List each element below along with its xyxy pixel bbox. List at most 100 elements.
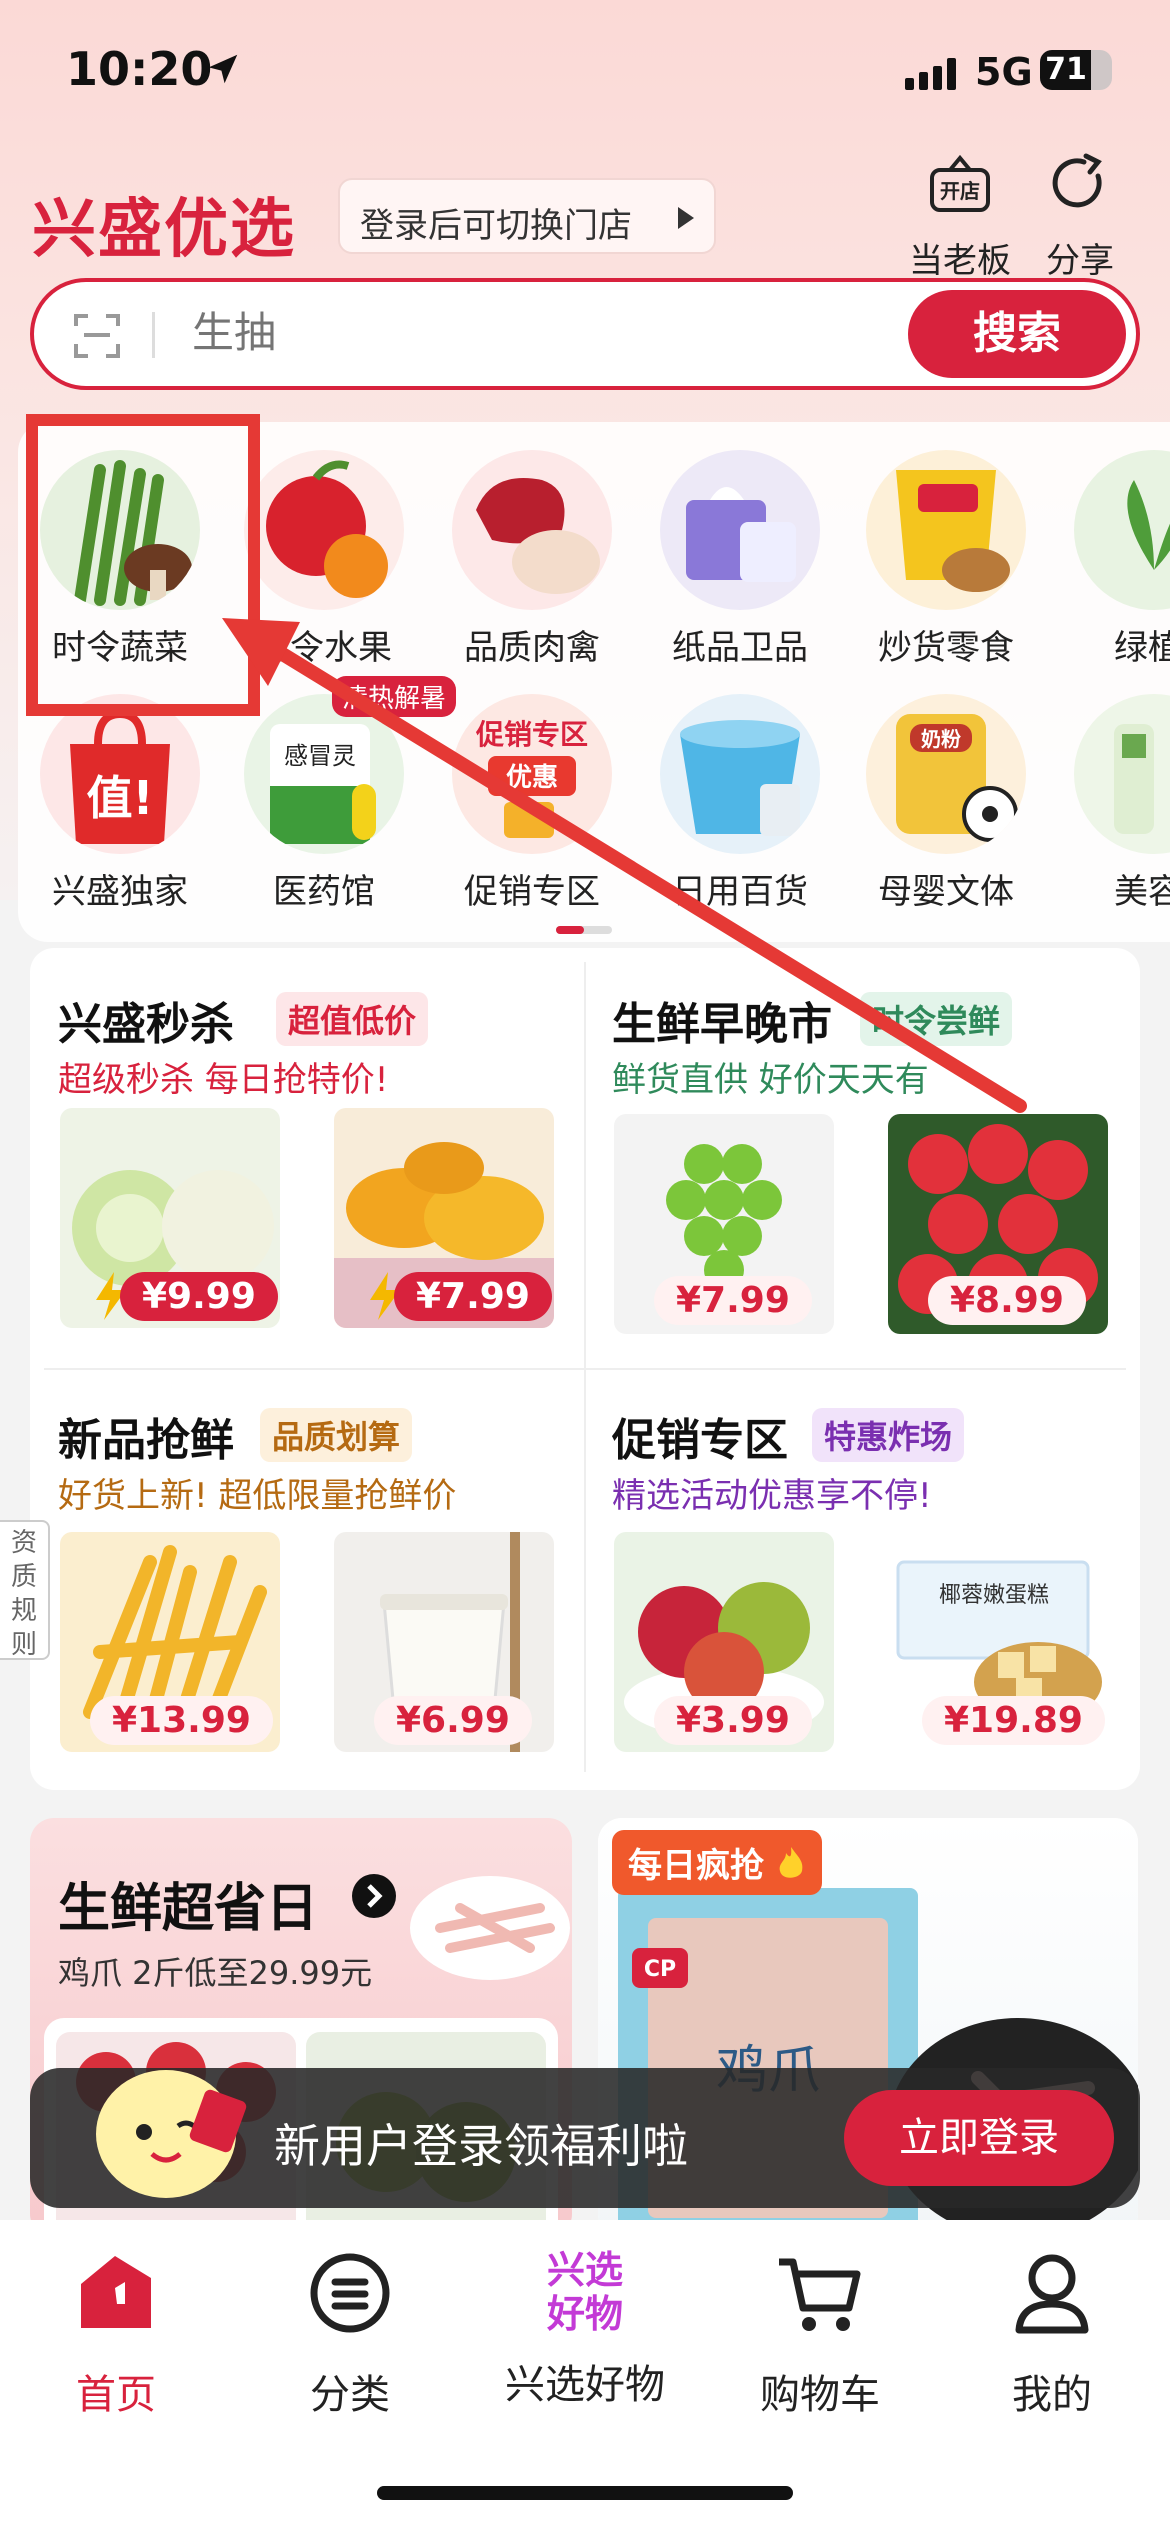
category-baby-stationery[interactable]: 奶粉 母婴文体 — [856, 694, 1036, 913]
milk-powder-icon: 奶粉 — [866, 694, 1026, 854]
category-label: 医药馆 — [273, 872, 375, 912]
section-title: 促销专区 — [612, 1415, 788, 1466]
saving-day-title: 生鲜超省日 — [58, 1879, 319, 1939]
daily-grab-tag: 每日疯抢 — [612, 1830, 822, 1895]
section-tag: 特惠炸场 — [812, 1408, 965, 1462]
section-title: 新品抢鲜 — [58, 1415, 234, 1466]
tab-xingxuan-goods[interactable]: 兴选 好物 兴选好物 — [475, 2248, 695, 2410]
category-xingsheng-exclusive[interactable]: 值! 兴盛独家 — [30, 694, 210, 913]
category-label: 时令水果 — [256, 628, 392, 668]
category-seasonal-vegetables[interactable]: 时令蔬菜 — [30, 450, 210, 669]
price-tag: ¥7.99 — [394, 1272, 552, 1321]
search-bar: 搜索 — [30, 278, 1140, 390]
category-promotion-zone[interactable]: 促销专区 优惠 促销专区 — [442, 694, 622, 913]
category-label: 绿植 — [1114, 628, 1170, 668]
category-label: 母婴文体 — [878, 872, 1014, 912]
tab-label: 首页 — [76, 2372, 156, 2418]
price-tag: ¥9.99 — [120, 1272, 278, 1321]
section-subtitle: 好货上新! 超低限量抢鲜价 — [58, 1476, 457, 1516]
svg-text:奶粉: 奶粉 — [921, 727, 961, 751]
category-label: 时令蔬菜 — [52, 628, 188, 668]
signal-icon — [905, 58, 956, 90]
category-panel: 时令蔬菜 时令水果 品质肉禽 纸品卫品 炒货零食 绿植 值! 兴盛独家 感冒灵 … — [18, 422, 1170, 942]
section-subtitle: 精选活动优惠享不停! — [612, 1476, 932, 1516]
svg-text:感冒灵: 感冒灵 — [284, 742, 356, 770]
share-button[interactable]: 分享 — [1030, 152, 1130, 282]
network-type: 5G — [975, 50, 1033, 94]
category-quality-meat[interactable]: 品质肉禽 — [442, 450, 622, 669]
battery-level: 71 — [1045, 52, 1087, 87]
price-tag: ¥6.99 — [374, 1696, 532, 1745]
arrow-right-circle-icon — [352, 1874, 396, 1918]
category-label: 促销专区 — [464, 872, 600, 912]
plant-icon — [1074, 450, 1170, 610]
svg-text:开店: 开店 — [940, 179, 980, 203]
tissue-icon — [660, 450, 820, 610]
search-input[interactable] — [192, 302, 872, 362]
tab-label: 购物车 — [760, 2372, 880, 2418]
chicken-feet-plate-image — [410, 1876, 570, 1980]
status-bar: 10:20 5G 71 — [0, 0, 1170, 140]
home-icon — [81, 2256, 151, 2328]
category-beauty[interactable]: 美容 — [1062, 694, 1170, 913]
qualification-rules-tab[interactable]: 资质规则 — [0, 1520, 50, 1660]
tab-label: 我的 — [1012, 2372, 1092, 2418]
tab-category[interactable]: 分类 — [240, 2248, 460, 2420]
be-boss-label: 当老板 — [909, 241, 1011, 281]
hot-badge: 清热解暑 — [332, 676, 457, 717]
tab-cart[interactable]: 购物车 — [710, 2248, 930, 2420]
tab-home[interactable]: 首页 — [6, 2248, 226, 2420]
category-snacks[interactable]: 炒货零食 — [856, 450, 1036, 669]
category-pharmacy[interactable]: 感冒灵 清热解暑 医药馆 — [234, 676, 457, 913]
section-tag: 时令尝鲜 — [860, 992, 1013, 1046]
battery-icon: 71 — [1040, 50, 1112, 90]
store-switcher-label: 登录后可切换门店 — [360, 206, 632, 246]
qualification-rules-label: 资质规则 — [10, 1528, 37, 1660]
shopping-bag-icon: 值! — [40, 694, 200, 854]
svg-text:值!: 值! — [87, 771, 154, 825]
be-boss-button[interactable]: 开店 当老板 — [900, 152, 1020, 282]
share-label: 分享 — [1046, 241, 1114, 281]
page-indicator — [556, 926, 612, 934]
meat-icon — [452, 450, 612, 610]
section-subtitle: 鲜货直供 好价天天有 — [612, 1060, 929, 1100]
saving-day-subtitle: 鸡爪 2斤低至29.99元 — [58, 1954, 373, 1992]
grid-divider — [44, 1368, 1126, 1370]
scan-icon[interactable] — [72, 310, 122, 360]
search-button[interactable]: 搜索 — [908, 290, 1126, 378]
login-button[interactable]: 立即登录 — [844, 2090, 1114, 2186]
category-seasonal-fruits[interactable]: 时令水果 — [234, 450, 414, 669]
xingxuan-logo-icon: 兴选 好物 — [546, 2248, 623, 2336]
category-green-plants[interactable]: 绿植 — [1062, 450, 1170, 669]
promo-icon: 促销专区 优惠 — [452, 694, 612, 854]
asparagus-icon — [40, 450, 200, 610]
brand-logo: 兴盛优选 — [32, 192, 296, 267]
apple-orange-icon — [244, 450, 404, 610]
category-label: 炒货零食 — [878, 628, 1014, 668]
category-daily-goods[interactable]: 日用百货 — [650, 694, 830, 913]
price-tag: ¥13.99 — [90, 1696, 273, 1745]
tab-label: 分类 — [310, 2372, 390, 2418]
category-label: 品质肉禽 — [464, 628, 600, 668]
fire-icon — [779, 1847, 803, 1878]
snack-icon — [866, 450, 1026, 610]
daily-grab-label: 每日疯抢 — [628, 1846, 764, 1886]
price-tag: ¥19.89 — [922, 1696, 1105, 1745]
section-tag: 品质划算 — [260, 1408, 413, 1462]
section-subtitle: 超级秒杀 每日抢特价! — [58, 1060, 389, 1100]
search-divider — [152, 312, 155, 358]
login-promo-banner: 新用户登录领福利啦 立即登录 — [30, 2068, 1140, 2208]
share-icon — [1052, 153, 1102, 208]
tab-profile[interactable]: 我的 — [942, 2248, 1162, 2420]
mascot-icon — [96, 2070, 247, 2198]
section-tag: 超值低价 — [276, 992, 429, 1046]
section-title: 兴盛秒杀 — [58, 999, 234, 1050]
status-time: 10:20 — [66, 42, 213, 96]
category-paper-products[interactable]: 纸品卫品 — [650, 450, 830, 669]
bucket-icon — [660, 694, 820, 854]
category-label: 美容 — [1114, 872, 1170, 912]
store-switcher[interactable]: 登录后可切换门店 — [338, 178, 716, 254]
profile-icon — [1015, 2254, 1089, 2334]
login-promo-text: 新用户登录领福利啦 — [274, 2119, 688, 2173]
tab-label: 兴选好物 — [505, 2362, 665, 2408]
